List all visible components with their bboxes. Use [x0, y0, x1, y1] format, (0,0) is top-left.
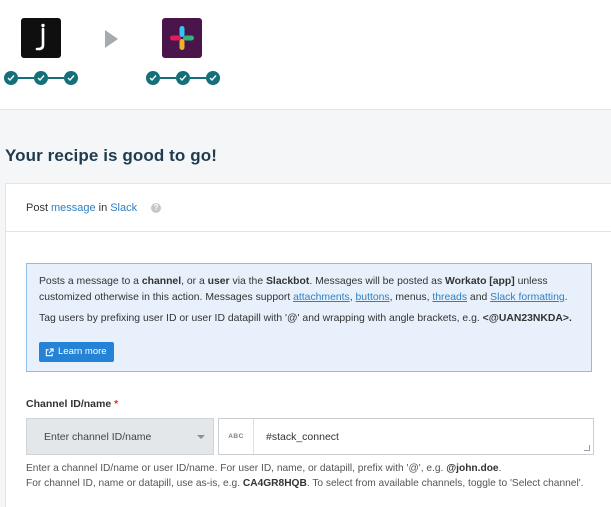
info-box: Posts a message to a channel, or a user … — [26, 263, 592, 372]
play-arrow-icon — [105, 30, 118, 48]
action-conj: in — [98, 201, 108, 214]
learn-more-label: Learn more — [58, 346, 107, 357]
bold-text: CA4GR8HQB — [242, 478, 307, 489]
bold-text: @john.doe — [446, 463, 499, 474]
channel-field-label: Channel ID/name * — [26, 398, 118, 410]
action-app-link[interactable]: Slack — [110, 202, 137, 214]
text-segment: , or a — [181, 276, 208, 287]
page-title: Your recipe is good to go! — [5, 146, 217, 165]
recipe-flow-header — [0, 0, 611, 110]
channel-mode-label: Enter channel ID/name — [44, 430, 152, 443]
channel-hint: Enter a channel ID/name or user ID/name.… — [26, 461, 611, 491]
bold-text: user — [207, 276, 230, 287]
step-check-icon — [4, 71, 18, 85]
step-check-icon — [176, 71, 190, 85]
help-icon[interactable]: ? — [151, 202, 162, 213]
channel-mode-select[interactable]: Enter channel ID/name — [26, 418, 214, 455]
channel-input[interactable]: ABC #stack_connect — [218, 418, 594, 455]
text-segment: . — [564, 292, 568, 303]
bold-text: <@UAN23NKDA>. — [482, 313, 572, 324]
text-segment: Tag users by prefixing user ID or user I… — [39, 313, 483, 324]
step-connector — [190, 77, 206, 79]
text-segment: Posts a message to a — [39, 276, 142, 287]
text-segment: and — [467, 292, 491, 303]
bold-text: Workato [app] — [445, 276, 515, 287]
step-check-icon — [146, 71, 160, 85]
text-segment: For channel ID, name or datapill, use as… — [26, 478, 243, 489]
target-steps — [146, 71, 220, 85]
step-connector — [18, 77, 34, 79]
source-steps — [4, 71, 78, 85]
chevron-down-icon — [197, 435, 205, 439]
text-segment: , menus, — [389, 292, 433, 303]
step-connector — [48, 77, 64, 79]
doc-link[interactable]: Slack formatting — [490, 292, 565, 303]
channel-input-value[interactable]: #stack_connect — [254, 431, 339, 443]
info-text-1: Posts a message to a channel, or a user … — [39, 274, 579, 306]
bold-text: channel — [141, 276, 182, 287]
action-card: Post message in Slack ? Posts a message … — [5, 183, 611, 507]
learn-more-button[interactable]: Learn more — [39, 342, 114, 362]
external-link-icon — [45, 347, 54, 356]
text-segment: via the — [229, 276, 266, 287]
channel-field-label-text: Channel ID/name — [26, 398, 112, 410]
action-object-link[interactable]: message — [51, 202, 96, 214]
doc-link[interactable]: attachments — [293, 292, 350, 303]
channel-hint-line-2: For channel ID, name or datapill, use as… — [26, 476, 611, 491]
required-mark: * — [114, 398, 119, 410]
text-segment: . — [498, 463, 502, 474]
action-header: Post message in Slack ? — [6, 184, 611, 232]
text-segment: . To select from available channels, tog… — [306, 478, 584, 489]
resize-handle-icon[interactable] — [584, 445, 590, 451]
step-connector — [160, 77, 176, 79]
doc-link[interactable]: buttons — [356, 292, 390, 303]
text-type-badge: ABC — [219, 419, 254, 454]
slack-app-icon[interactable] — [162, 18, 202, 58]
workato-j-icon — [35, 23, 45, 51]
info-text-2: Tag users by prefixing user ID or user I… — [39, 311, 579, 327]
step-check-icon — [34, 71, 48, 85]
workato-app-icon[interactable] — [21, 18, 61, 58]
channel-hint-line-1: Enter a channel ID/name or user ID/name.… — [26, 461, 611, 476]
action-prefix: Post — [26, 201, 49, 214]
step-check-icon — [64, 71, 78, 85]
bold-text: Slackbot — [266, 276, 310, 287]
text-segment: . Messages will be posted as — [309, 276, 446, 287]
step-check-icon — [206, 71, 220, 85]
doc-link[interactable]: threads — [432, 292, 467, 303]
slack-icon — [170, 26, 194, 50]
text-segment: Enter a channel ID/name or user ID/name.… — [26, 463, 447, 474]
